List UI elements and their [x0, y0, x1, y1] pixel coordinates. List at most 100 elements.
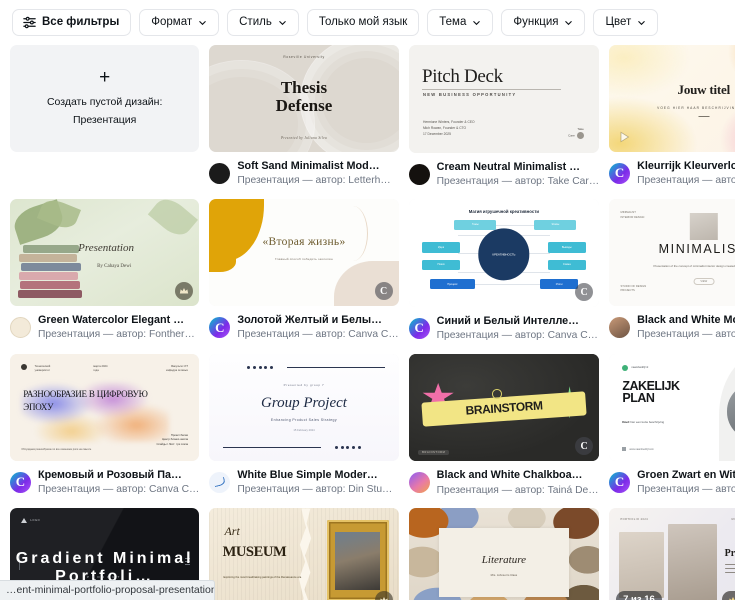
thumb-subtitle: Главный способ победить экологию: [274, 257, 333, 262]
mindmap-node: Итоги: [540, 279, 579, 290]
mindmap-node: Процесс: [429, 279, 476, 290]
thumb-art-art-museum: Art MUSEUM Exploring the most breathtaki…: [209, 508, 399, 600]
thumb-art-literature: Literature Mrs. Johnson's Class: [408, 508, 600, 600]
template-thumbnail[interactable]: Pitch Deck NEW BUSINESS OPPORTUNITY Herm…: [408, 45, 600, 153]
filter-chip-color[interactable]: Цвет: [593, 9, 659, 36]
card-title[interactable]: Soft Sand Minimalist Mod…: [237, 159, 398, 173]
template-thumbnail[interactable]: Art MUSEUM Exploring the most breathtaki…: [209, 508, 399, 600]
card-subtitle: Презентация — автор: Take Car…: [436, 175, 600, 187]
card-meta: C Кремовый и Розовый Па… Презентация — а…: [10, 468, 199, 497]
template-thumbnail[interactable]: Presented by group 7 Group Project Enhan…: [209, 353, 399, 461]
canva-badge: C: [374, 282, 393, 301]
card-title[interactable]: Cream Neutral Minimalist …: [437, 160, 599, 174]
card-title[interactable]: Кремовый и Розовый Па…: [38, 468, 199, 482]
card-title[interactable]: Black and White Chalkboa…: [437, 468, 599, 482]
template-thumbnail[interactable]: «Вторая жизнь» Главный способ победить э…: [209, 199, 399, 307]
thumb-art-thesis: Roseville University Thesis Defense Prese…: [209, 45, 399, 152]
avatar[interactable]: [408, 472, 430, 494]
card-title[interactable]: Золотой Желтый и Белы…: [237, 313, 398, 327]
template-thumbnail[interactable]: naambedrijf.nl ZAKELIJK PLAN Doel: hier e…: [609, 353, 735, 461]
card-title[interactable]: Kleurrijk Kleurverloop Bas…: [637, 159, 735, 173]
card-meta: C Kleurrijk Kleurverloop Bas… Презентаци…: [609, 159, 735, 188]
template-thumbnail[interactable]: PORTFOLIO 2024 MINIMAL Project 7: [609, 508, 735, 600]
thumb-title: РАЗНООБРАЗИЕ В ЦИФРОВУЮ ЭПОХУ: [23, 389, 148, 413]
template-card: «Вторая жизнь» Главный способ победить э…: [209, 199, 399, 342]
play-icon[interactable]: [616, 129, 632, 145]
template-thumbnail[interactable]: BRAINSTORM BRAINSTORM C: [408, 353, 600, 462]
template-thumbnail[interactable]: Roseville University Thesis Defense Prese…: [209, 45, 399, 152]
thumb-art-gradient-portfolio: PORTFOLIO 2024 MINIMAL Project: [609, 508, 735, 600]
template-card: Literature Mrs. Johnson's Class Colorful…: [408, 508, 600, 600]
mindmap-node: Идея: [421, 242, 461, 253]
avatar-canva[interactable]: C: [10, 471, 31, 493]
filter-chip-style[interactable]: Стиль: [227, 9, 299, 36]
thumb-pre-text: Presented by group 7: [283, 382, 325, 387]
create-blank-presentation-button[interactable]: + Создать пустой дизайн: Презентация: [10, 45, 200, 152]
thumb-date: 15 February 2024: [293, 428, 315, 432]
thumb-art-mindmap: Магия игрушечной креативности Идея Поиск…: [408, 199, 600, 308]
thumb-painting-frame: [326, 520, 390, 600]
thumb-title: Presentation: [78, 242, 134, 255]
avatar-canva[interactable]: C: [209, 317, 231, 339]
card-title[interactable]: White Blue Simple Moder…: [237, 468, 398, 482]
template-thumbnail[interactable]: Jouw titel VOEG HIER HAAR BESCHRIJVING T…: [609, 45, 735, 152]
avatar-canva[interactable]: C: [609, 471, 631, 493]
crown-icon: [728, 596, 735, 600]
avatar-canva[interactable]: C: [609, 162, 631, 184]
template-thumbnail[interactable]: Магия игрушечной креативности Идея Поиск…: [408, 199, 600, 308]
divider: [698, 115, 710, 117]
card-subtitle: Презентация — автор: Canva C…: [38, 483, 200, 495]
mindmap-node: Выводы: [547, 242, 586, 253]
thumb-corner-tl: MINIMALIST INTERIOR DESIGN: [620, 211, 645, 219]
filter-chip-theme[interactable]: Тема: [427, 9, 494, 36]
thumb-image: [689, 213, 718, 241]
thumb-subtitle: PROJECT: [86, 574, 123, 579]
card-meta: C Золотой Желтый и Белы… Презентация — а…: [209, 313, 399, 342]
avatar[interactable]: [609, 317, 631, 339]
avatar[interactable]: [10, 317, 31, 339]
avatar-canva[interactable]: C: [408, 317, 430, 339]
thumb-art-raznoobrazie: Технический университет марта 2024 года Фа…: [10, 353, 200, 461]
blank-design-card: + Создать пустой дизайн: Презентация: [10, 45, 200, 188]
chevron-down-icon: [278, 18, 287, 27]
card-meta: Green Watercolor Elegant … Презентация —…: [10, 313, 199, 342]
card-subtitle: Презентация — автор: Letterh…: [237, 174, 391, 186]
template-card: Технический университет марта 2024 года Фа…: [10, 353, 200, 497]
mindmap-center: КРЕАТИВНОСТЬ: [478, 228, 530, 280]
template-thumbnail[interactable]: MINIMALISTINTERIOR DESIGN 2024PORTFOLIO …: [609, 199, 735, 307]
card-title[interactable]: Groen Zwart en Wit Zakelij…: [637, 468, 735, 482]
avatar[interactable]: [408, 163, 430, 185]
template-thumbnail[interactable]: Literature Mrs. Johnson's Class: [408, 508, 600, 600]
thumb-body: Exploring the most breathtaking painting…: [223, 575, 302, 579]
card-title[interactable]: Синий и Белый Интелле…: [437, 314, 599, 328]
thumb-books: [17, 238, 82, 298]
thumb-art-zakelijk-plan: naambedrijf.nl ZAKELIJK PLAN Doel: hier e…: [609, 353, 735, 461]
filter-chip-format[interactable]: Формат: [139, 9, 220, 36]
filter-chip-feature[interactable]: Функция: [501, 9, 586, 36]
thumb-title: Pitch Deck: [421, 65, 503, 87]
thumb-corner-bl: STUDIO OF DESIGN PROJECTS: [620, 284, 647, 293]
thumb-subtitle: Presentation of the concept of minimalis…: [653, 263, 735, 268]
plus-icon: +: [99, 67, 111, 89]
thumb-subtitle: NEW BUSINESS OPPORTUNITY: [422, 92, 517, 98]
thumb-footer: BRAINSTORM: [418, 450, 450, 456]
thumb-logo: naambedrijf.nl: [622, 364, 648, 371]
chevron-down-icon: [564, 18, 573, 27]
mindmap-node: Этапы: [534, 219, 577, 231]
filter-chip-my-language-only[interactable]: Только мой язык: [306, 9, 420, 36]
paid-badge: Платные: [721, 591, 735, 600]
template-thumbnail[interactable]: Presentation By Cahaya Dewi: [10, 199, 200, 307]
thumb-subtitle: Mrs. Johnson's Class: [490, 572, 518, 577]
all-filters-button[interactable]: Все фильтры: [12, 9, 132, 36]
thumb-corner-tr: Факультет ИТ кафедра сетевых: [166, 364, 188, 372]
template-thumbnail[interactable]: Технический университет марта 2024 года Фа…: [10, 353, 200, 461]
avatar[interactable]: [209, 471, 231, 493]
card-title[interactable]: Black and White Modern C…: [637, 313, 735, 327]
template-card: Магия игрушечной креативности Идея Поиск…: [408, 199, 600, 342]
mindmap-node: Схема: [547, 259, 586, 270]
card-title[interactable]: Green Watercolor Elegant …: [38, 313, 199, 327]
avatar[interactable]: [209, 162, 231, 184]
template-card-hovered: PORTFOLIO 2024 MINIMAL Project 7: [609, 508, 735, 600]
card-subtitle: Презентация — автор: Canva C…: [637, 174, 735, 186]
chevron-down-icon: [472, 18, 481, 27]
